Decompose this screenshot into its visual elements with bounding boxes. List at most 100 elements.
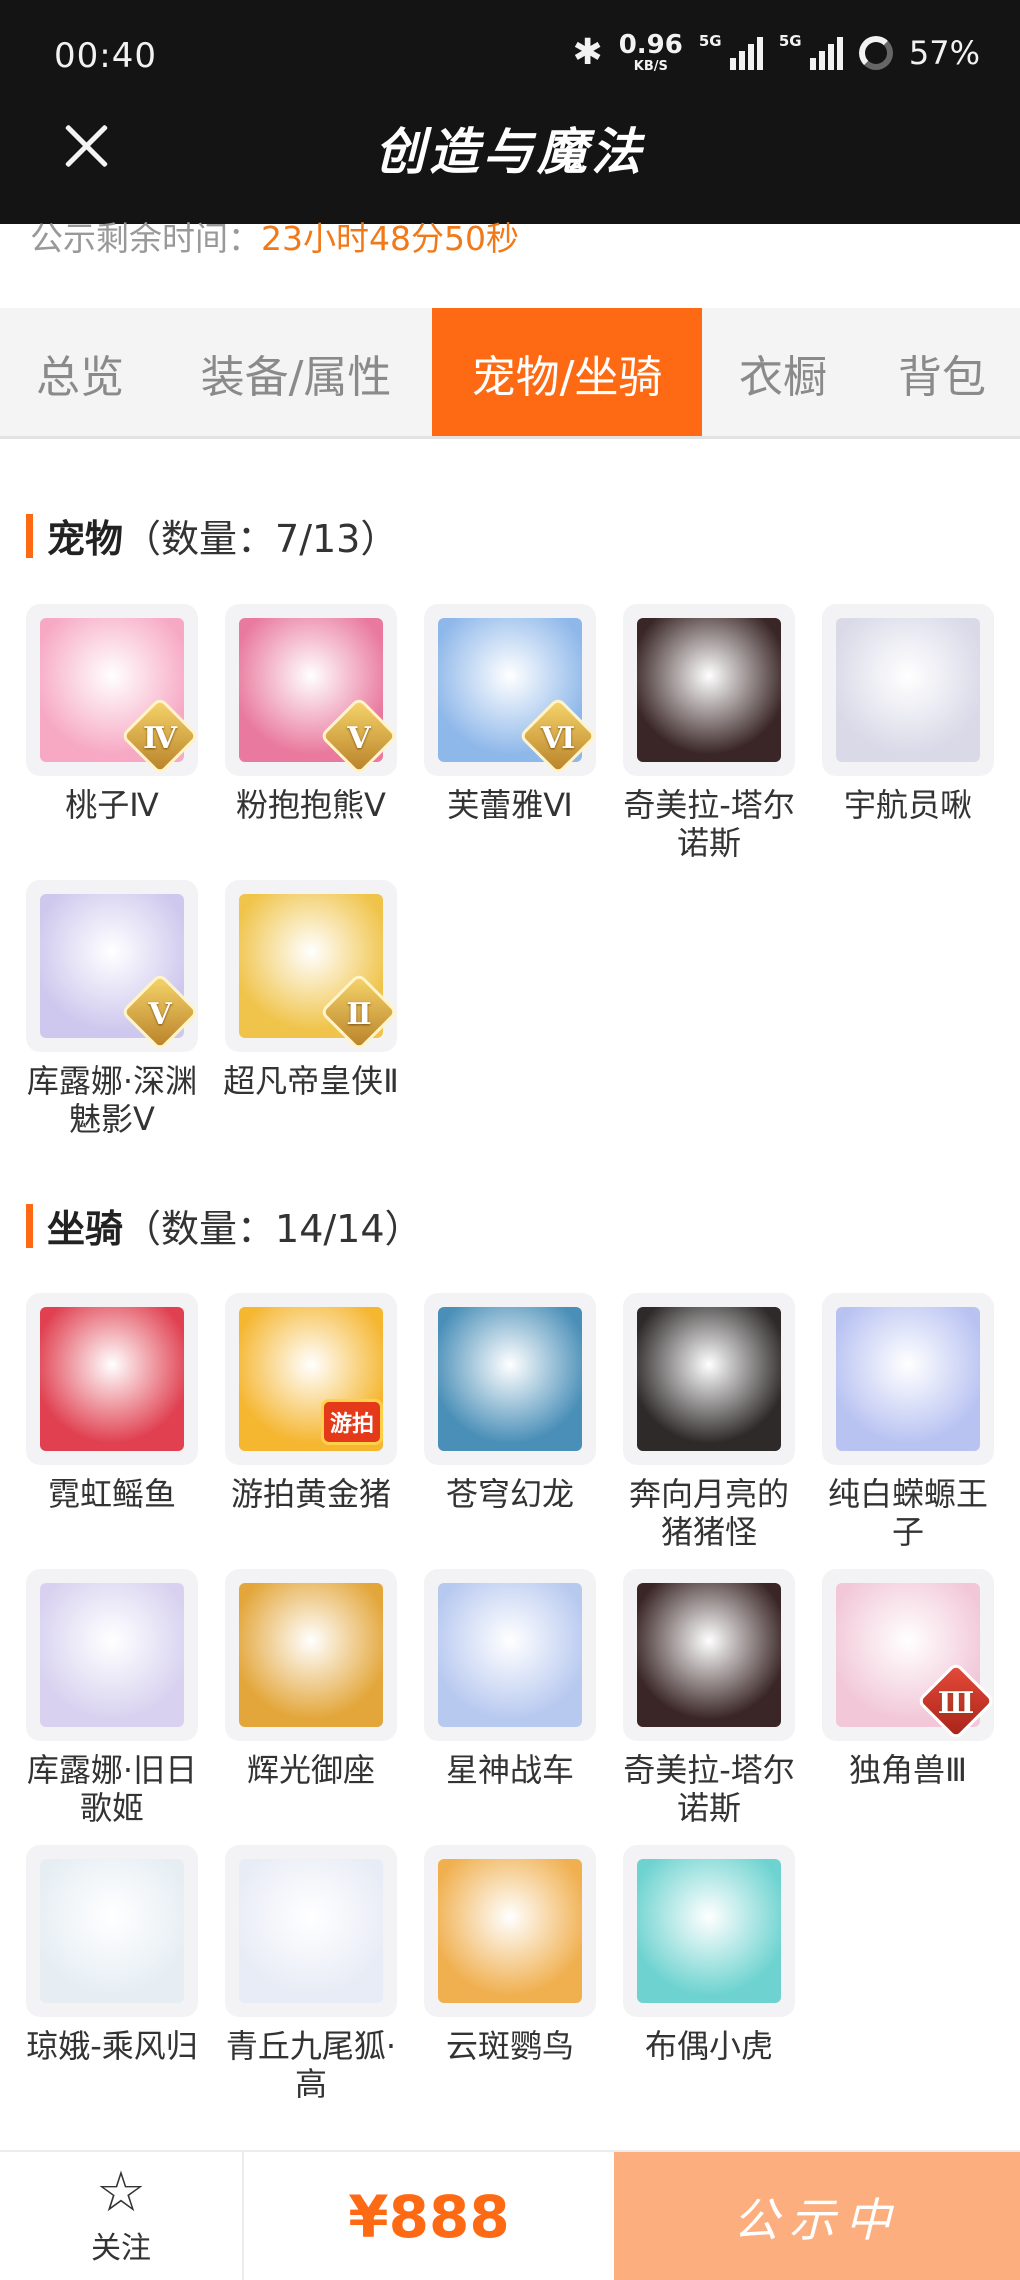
follow-button[interactable]: ☆ 关注 [0, 2152, 244, 2280]
rank-badge-label: Ⅳ [142, 721, 178, 756]
item-tag: 游拍 [320, 1399, 383, 1445]
item-thumbnail: Ⅱ [225, 880, 397, 1052]
status-icons: ✱ 0.96 KB/S 5G 5G 57% [572, 30, 980, 74]
item-name: 琼娥-乘风归 [26, 2027, 198, 2065]
pet-item[interactable]: Ⅵ 芙蕾雅Ⅵ [420, 604, 600, 824]
item-name: 库露娜·旧日歌姬 [26, 1751, 198, 1827]
mount-item[interactable]: 纯白蝾螈王子 [818, 1293, 998, 1551]
price: ¥888 [348, 2183, 510, 2251]
white-salamander-mount-icon [836, 1307, 980, 1451]
mount-item[interactable]: 奇美拉-塔尔诺斯 [619, 1569, 799, 1827]
item-thumbnail: Ⅵ [424, 604, 596, 776]
item-thumbnail [424, 1845, 596, 2017]
pet-item[interactable]: Ⅱ 超凡帝皇侠Ⅱ [221, 880, 401, 1100]
item-name: 独角兽Ⅲ [848, 1751, 968, 1789]
item-name: 青丘九尾狐·高 [225, 2027, 397, 2103]
mount-item[interactable]: 青丘九尾狐·高 [221, 1845, 401, 2103]
bottom-bar: ☆ 关注 ¥888 公示中 [0, 2150, 1020, 2280]
item-thumbnail: Ⅳ [26, 604, 198, 776]
pet-item[interactable]: 奇美拉-塔尔诺斯 [619, 604, 799, 862]
item-name: 星神战车 [445, 1751, 574, 1789]
nine-tail-fox-mount-icon [239, 1859, 383, 2003]
item-name: 粉抱抱熊Ⅴ [236, 786, 386, 824]
top-bar: 00:40 ✱ 0.96 KB/S 5G 5G 57% 创造与魔法 [0, 0, 1020, 224]
tab-bar: 总览 装备/属性 宠物/坐骑 衣橱 背包 [0, 308, 1020, 438]
tab-equipment[interactable]: 装备/属性 [160, 308, 432, 438]
item-name: 辉光御座 [246, 1751, 375, 1789]
item-name: 宇航员啾 [843, 786, 972, 824]
tab-pets-mounts[interactable]: 宠物/坐骑 [432, 308, 702, 438]
item-thumbnail [424, 1569, 596, 1741]
chimera-pet-icon [637, 618, 781, 762]
item-thumbnail [822, 1293, 994, 1465]
tab-divider [0, 436, 1020, 439]
item-name: 云斑鹦鸟 [445, 2027, 574, 2065]
battery-percent: 57% [908, 33, 980, 72]
status-time: 00:40 [54, 36, 157, 76]
mount-item[interactable]: Ⅲ 独角兽Ⅲ [818, 1569, 998, 1789]
item-name: 超凡帝皇侠Ⅱ [223, 1062, 399, 1100]
item-name: 库露娜·深渊魅影Ⅴ [26, 1062, 198, 1138]
item-name: 苍穹幻龙 [445, 1475, 574, 1513]
item-thumbnail [26, 1293, 198, 1465]
mount-item[interactable]: 奔向月亮的猪猪怪 [619, 1293, 799, 1551]
item-thumbnail: Ⅴ [225, 604, 397, 776]
item-thumbnail [822, 604, 994, 776]
item-thumbnail [424, 1293, 596, 1465]
parrot-mount-icon [438, 1859, 582, 2003]
item-thumbnail: Ⅴ [26, 880, 198, 1052]
astronaut-pet-icon [836, 618, 980, 762]
item-name: 奔向月亮的猪猪怪 [628, 1475, 789, 1551]
mount-item[interactable]: 云斑鹦鸟 [420, 1845, 600, 2065]
pets-section-header: 宠物 （数量：7/13） [26, 508, 398, 563]
sky-dragon-mount-icon [438, 1307, 582, 1451]
rank-badge-label: Ⅲ [937, 1686, 975, 1721]
item-name: 游拍黄金猪 [230, 1475, 391, 1513]
item-thumbnail: Ⅲ [822, 1569, 994, 1741]
item-name: 霓虹鳐鱼 [47, 1475, 176, 1513]
mounts-section-header: 坐骑 （数量：14/14） [26, 1198, 423, 1253]
section-marker [26, 513, 33, 558]
page-title: 创造与魔法 [375, 122, 645, 181]
rank-badge-label: Ⅴ [148, 997, 172, 1032]
notice-countdown: 公示剩余时间：23小时48分50秒 [30, 219, 519, 258]
section-marker [26, 1203, 33, 1248]
publicity-status-button[interactable]: 公示中 [614, 2152, 1020, 2280]
mount-item[interactable]: 布偶小虎 [619, 1845, 799, 2065]
mount-item[interactable]: 霓虹鳐鱼 [22, 1293, 202, 1513]
tab-backpack[interactable]: 背包 [864, 308, 1020, 438]
tab-wardrobe[interactable]: 衣橱 [702, 308, 864, 438]
item-name: 布偶小虎 [644, 2027, 773, 2065]
star-chariot-mount-icon [438, 1583, 582, 1727]
rank-badge-label: Ⅵ [540, 721, 576, 756]
bluetooth-icon: ✱ [572, 32, 603, 73]
item-thumbnail [623, 1569, 795, 1741]
item-thumbnail [623, 1845, 795, 2017]
star-icon: ☆ [95, 2160, 147, 2225]
battery-icon [858, 35, 893, 70]
mount-item[interactable]: 星神战车 [420, 1569, 600, 1789]
mount-item[interactable]: 库露娜·旧日歌姬 [22, 1569, 202, 1827]
signal-icon: 5G [779, 32, 843, 70]
pet-item[interactable]: Ⅳ 桃子Ⅳ [22, 604, 202, 824]
rank-badge-label: Ⅱ [346, 997, 372, 1032]
pet-item[interactable]: Ⅴ 库露娜·深渊魅影Ⅴ [22, 880, 202, 1138]
item-thumbnail [225, 1845, 397, 2017]
mount-item[interactable]: 辉光御座 [221, 1569, 401, 1789]
item-name: 纯白蝾螈王子 [827, 1475, 988, 1551]
mount-item[interactable]: 游拍游拍黄金猪 [221, 1293, 401, 1513]
tab-overview[interactable]: 总览 [0, 308, 160, 438]
mount-item[interactable]: 琼娥-乘风归 [22, 1845, 202, 2065]
mount-item[interactable]: 苍穹幻龙 [420, 1293, 600, 1513]
pet-item[interactable]: 宇航员啾 [818, 604, 998, 824]
item-name: 芙蕾雅Ⅵ [447, 786, 573, 824]
qiong-e-mount-icon [40, 1859, 184, 2003]
item-name: 奇美拉-塔尔诺斯 [623, 786, 795, 862]
pet-item[interactable]: Ⅴ 粉抱抱熊Ⅴ [221, 604, 401, 824]
radiant-throne-mount-icon [239, 1583, 383, 1727]
rank-badge-label: Ⅴ [347, 721, 371, 756]
chimera-mount-icon [637, 1583, 781, 1727]
item-name: 奇美拉-塔尔诺斯 [623, 1751, 795, 1827]
neon-ray-mount-icon [40, 1307, 184, 1451]
net-speed: 0.96 KB/S [618, 30, 683, 74]
